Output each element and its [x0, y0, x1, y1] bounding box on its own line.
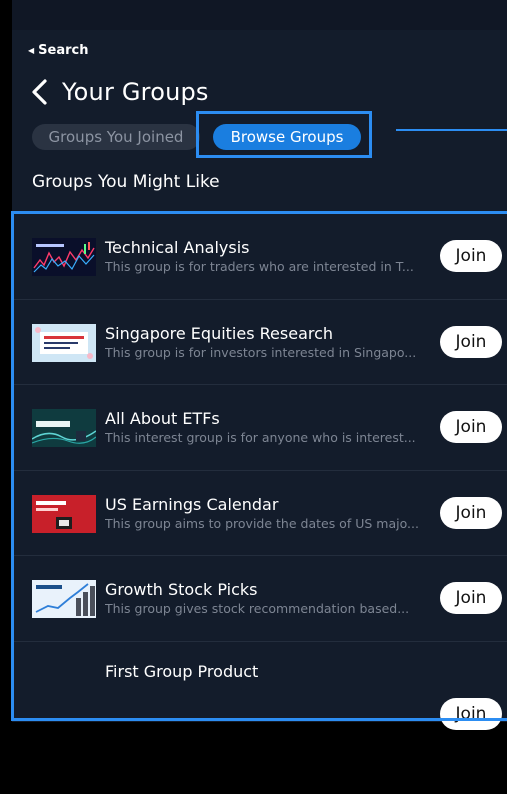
status-back-label: Search: [38, 43, 89, 58]
back-triangle-icon: ◀: [28, 46, 35, 55]
back-chevron-icon[interactable]: [30, 78, 48, 106]
page-title: Your Groups: [62, 78, 209, 106]
top-bar: [12, 0, 507, 30]
section-title: Groups You Might Like: [32, 172, 220, 192]
status-back-link[interactable]: ◀ Search: [28, 43, 88, 58]
header: Your Groups: [30, 78, 209, 106]
browse-tab-highlight: [196, 111, 372, 158]
tab-groups-you-joined[interactable]: Groups You Joined: [32, 124, 200, 150]
group-list-highlight: [11, 211, 507, 721]
callout-line: [396, 129, 507, 131]
